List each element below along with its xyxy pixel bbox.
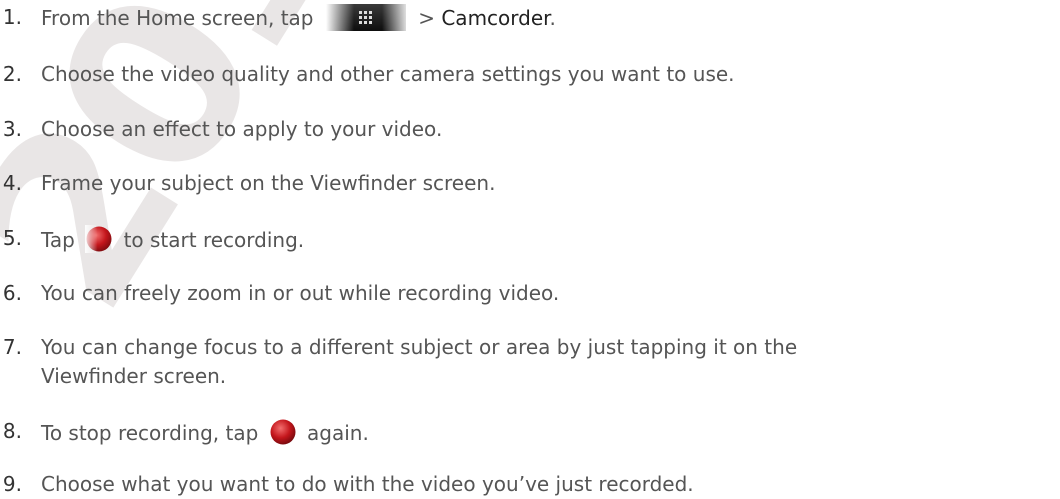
all-apps-icon: [325, 4, 406, 31]
step-text-part: To stop recording, tap: [41, 421, 259, 445]
step-number: 9.: [2, 472, 22, 496]
step-number: 6.: [2, 281, 22, 305]
stop-record-button-icon: [270, 419, 296, 445]
step-5: 5. Tap to start recording.: [0, 225, 1041, 253]
step-text: Frame your subject on the Viewfinder scr…: [41, 171, 496, 195]
step-number: 5.: [2, 226, 22, 250]
step-text-part: From the Home screen, tap: [41, 6, 314, 30]
step-text: To stop recording, tap again.: [41, 418, 1041, 446]
step-number: 7.: [2, 335, 22, 359]
step-text-line: You can change focus to a different subj…: [41, 335, 798, 359]
camcorder-label: Camcorder: [441, 6, 550, 30]
step-text-part: Tap: [41, 228, 75, 252]
step-text-part: >: [418, 6, 442, 30]
step-7: 7. You can change focus to a different s…: [0, 334, 1041, 389]
step-6: 6. You can freely zoom in or out while r…: [0, 280, 1041, 306]
step-8: 8. To stop recording, tap again.: [0, 418, 1041, 446]
step-text: Tap to start recording.: [41, 225, 1041, 253]
step-number: 4.: [2, 171, 22, 195]
step-number: 8.: [2, 419, 22, 443]
step-text: You can freely zoom in or out while reco…: [41, 281, 560, 305]
step-number: 3.: [2, 117, 22, 141]
step-number: 2.: [2, 62, 22, 86]
step-text-part: .: [549, 6, 556, 30]
step-text: You can change focus to a different subj…: [41, 334, 1041, 389]
manual-page: 2011/0 1. From the Home screen, tap: [0, 0, 1060, 499]
step-1: 1. From the Home screen, tap > Camcorder…: [0, 4, 1041, 31]
step-text: From the Home screen, tap > Camcorder.: [41, 4, 1041, 31]
step-2: 2. Choose the video quality and other ca…: [0, 61, 1041, 87]
step-number: 1.: [2, 5, 22, 29]
step-text: Choose the video quality and other camer…: [41, 62, 735, 86]
step-text-part: again.: [307, 421, 369, 445]
step-4: 4. Frame your subject on the Viewfinder …: [0, 170, 1041, 196]
step-3: 3. Choose an effect to apply to your vid…: [0, 116, 1041, 142]
step-9: 9. Choose what you want to do with the v…: [0, 471, 1041, 497]
record-button-icon: [85, 225, 114, 253]
step-text: Choose what you want to do with the vide…: [41, 472, 694, 496]
step-text: Choose an effect to apply to your video.: [41, 117, 443, 141]
step-text-line: Viewfinder screen.: [41, 364, 227, 388]
step-text-part: to start recording.: [123, 228, 305, 252]
